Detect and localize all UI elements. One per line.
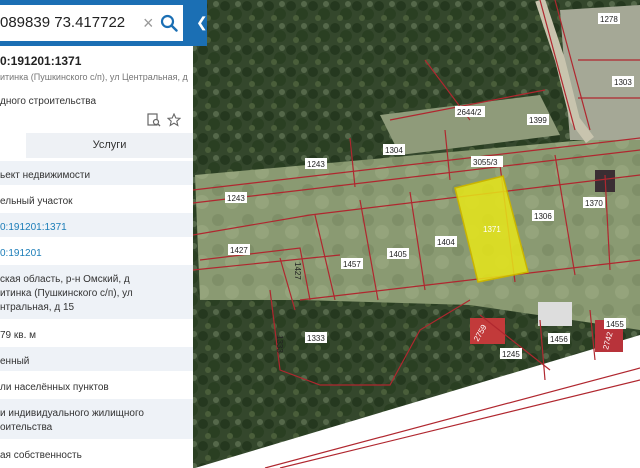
tab-bar: Услуги [0, 133, 193, 158]
parcel-label: 1243 [227, 194, 245, 203]
search-input[interactable] [0, 5, 140, 41]
list-item-text: ская область, р-н Омский, д [0, 274, 130, 285]
list-item-text: ельный участок [0, 196, 73, 207]
list-item-text: оительства [0, 422, 53, 433]
search-document-icon[interactable] [147, 113, 161, 127]
parcel-label: 1243 [307, 160, 325, 169]
parcel-label: 1370 [585, 199, 603, 208]
parcel-label: 1456 [550, 335, 568, 344]
list-item: и индивидуального жилищного оительства [0, 399, 193, 439]
parcel-label: 2644/2 [457, 108, 482, 117]
list-item: ли населённых пунктов [0, 373, 193, 397]
list-item-text: ая собственность [0, 450, 82, 461]
list-item-text: 79 кв. м [0, 330, 37, 341]
cadastral-number: 0:191201:1371 [0, 54, 82, 68]
search-icon[interactable] [160, 14, 178, 32]
parcel-label-selected: 1371 [483, 225, 501, 234]
house-roof [538, 302, 572, 326]
list-item: 79 кв. м [0, 321, 193, 345]
search-bar: × [0, 0, 193, 46]
list-item-text: ли населённых пунктов [0, 382, 109, 393]
parcel-label: 1405 [389, 250, 407, 259]
purpose-text: дного строительства [0, 96, 97, 107]
list-item: ская область, р-н Омский, д итинка (Пушк… [0, 265, 193, 319]
parcel-label: 1306 [534, 212, 552, 221]
parcel-label: 1245 [502, 350, 520, 359]
parcel-label: 1333 [275, 335, 284, 353]
list-item: ая собственность [0, 441, 193, 465]
address-line: итинка (Пушкинского с/п), ул Центральная… [0, 72, 188, 82]
collapse-panel-button[interactable]: ❮ [193, 0, 208, 46]
parcel-label: 1455 [606, 320, 624, 329]
list-item-text: нтральная, д 15 [0, 302, 75, 313]
tab-info[interactable] [0, 133, 26, 158]
list-item: енный [0, 347, 193, 371]
list-item-text: итинка (Пушкинского с/п), ул [0, 288, 133, 299]
close-icon[interactable]: × [143, 13, 157, 33]
parcel-label: 3055/3 [473, 158, 498, 167]
parcel-label: 1404 [437, 238, 455, 247]
tab-services[interactable]: Услуги [26, 133, 193, 158]
list-item: ельный участок [0, 187, 193, 211]
parcel-label: 1333 [307, 334, 325, 343]
info-panel: × 0:191201:1371 итинка (Пушкинского с/п)… [0, 0, 193, 468]
list-item-text: ьект недвижимости [0, 170, 91, 181]
parcel-label: 1457 [343, 260, 361, 269]
star-icon[interactable] [167, 113, 181, 127]
chevron-left-icon: ❮ [196, 14, 208, 30]
parcel-label: 1278 [600, 15, 618, 24]
parcel-label: 1427 [230, 246, 248, 255]
cadastral-quarter-link[interactable]: 0:191201 [0, 247, 42, 260]
parcel-label: 1303 [614, 78, 632, 87]
list-item: 0:191201 [0, 239, 193, 263]
parcel-label: 1427 [293, 262, 302, 280]
list-item: ьект недвижимости [0, 161, 193, 185]
list-item: 0:191201:1371 [0, 213, 193, 237]
list-item-text: и индивидуального жилищного [0, 408, 144, 419]
parcel-label: 1304 [385, 146, 403, 155]
parcel-label: 1399 [529, 116, 547, 125]
search-box: × [0, 5, 183, 41]
list-item-text: енный [0, 356, 30, 367]
cadastral-number-link[interactable]: 0:191201:1371 [0, 221, 67, 234]
